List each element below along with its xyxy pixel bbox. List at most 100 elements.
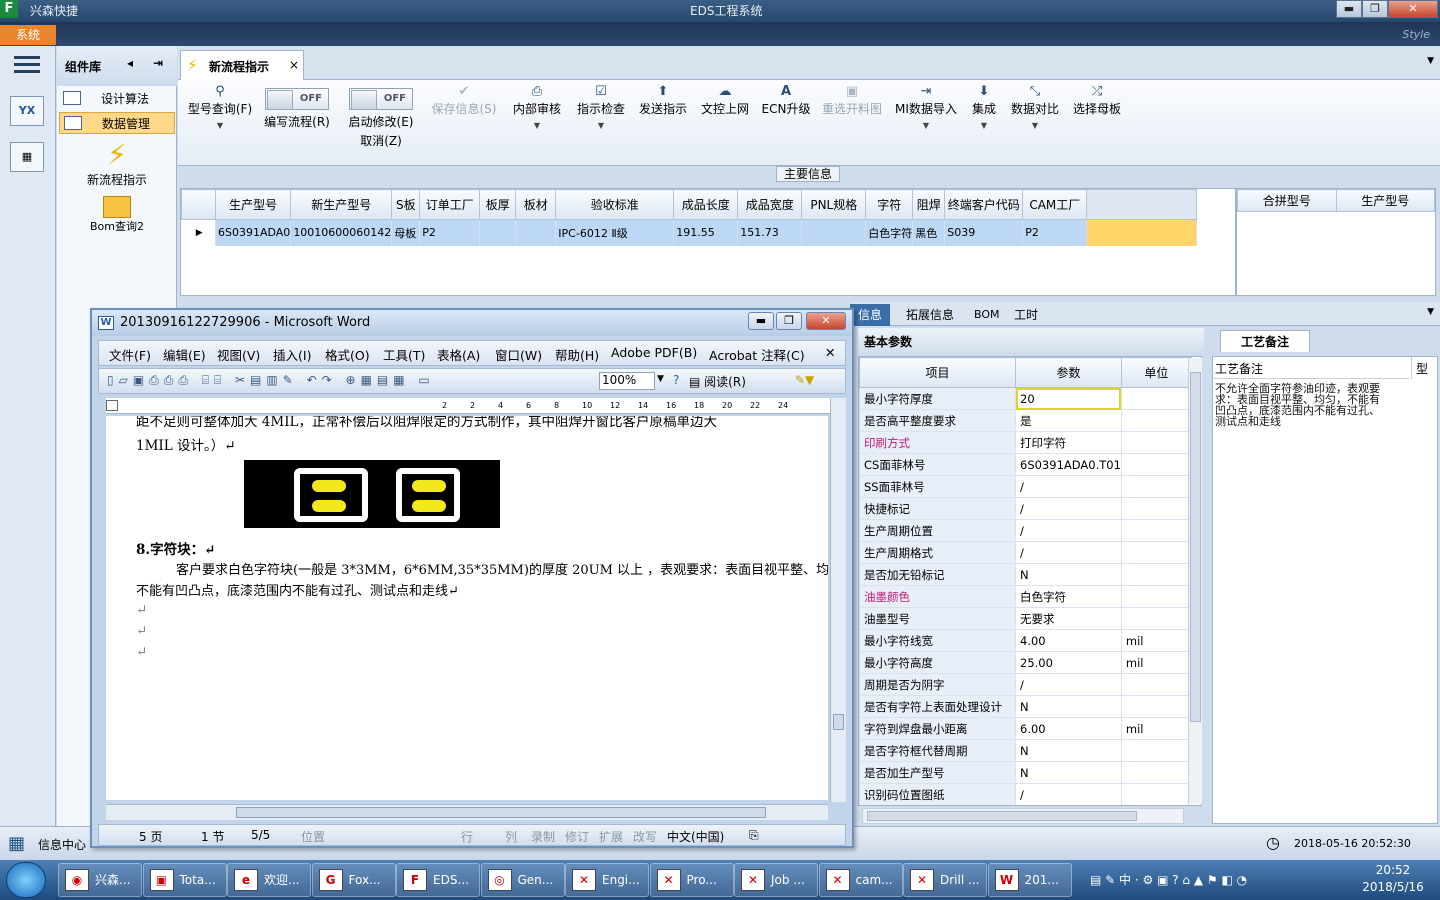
dropdown-caret-icon[interactable]: ▼ <box>892 121 960 130</box>
param-value[interactable]: N <box>1015 563 1122 586</box>
table-row[interactable]: 是否加生产型号 N <box>859 761 1192 784</box>
word-horizontal-scrollbar[interactable] <box>106 804 828 820</box>
column-header[interactable]: 终端客户代码 <box>944 189 1024 220</box>
status-extend[interactable]: 扩展 <box>599 828 623 845</box>
word-maximize-button[interactable]: ❐ <box>776 312 802 330</box>
send-instruction-button[interactable]: ⬆ 发送指示 <box>634 84 692 117</box>
cell[interactable]: 黑色 <box>912 219 946 246</box>
param-value[interactable]: 6S0391ADA0.T01 <box>1015 453 1122 476</box>
table-row[interactable]: 生产周期位置 / <box>859 519 1192 542</box>
taskbar-item[interactable]: W 201... <box>987 863 1072 897</box>
status-record[interactable]: 录制 <box>531 828 555 845</box>
param-value[interactable]: / <box>1015 783 1122 805</box>
menu-help[interactable]: 帮助(H) <box>555 345 599 364</box>
table-row[interactable]: 最小字符线宽 4.00 mil <box>859 629 1192 652</box>
doc-empty-paragraph[interactable]: ↵ <box>136 602 147 618</box>
table-row[interactable]: 周期是否为阴字 / <box>859 673 1192 696</box>
cell[interactable]: 151.73 <box>737 219 803 246</box>
highlight-icon[interactable]: ✎▼ <box>795 373 814 387</box>
dropdown-caret-icon[interactable]: ▼ <box>184 121 256 130</box>
doc-heading[interactable]: 8.字符块：↵ <box>136 538 215 558</box>
start-button[interactable] <box>6 862 46 898</box>
scroll-thumb[interactable] <box>236 807 766 818</box>
toggle-switch[interactable]: OFF <box>265 88 329 110</box>
word-vertical-scrollbar[interactable] <box>830 398 846 802</box>
select-motherboard-button[interactable]: ⤮ 选择母板 <box>1068 84 1126 117</box>
taskbar-item[interactable]: ◎ Gen... <box>480 863 565 897</box>
param-value[interactable]: N <box>1015 761 1122 784</box>
column-header[interactable]: 单位 <box>1120 357 1192 388</box>
internal-audit-button[interactable]: ⎙ 内部审核 ▼ <box>508 84 566 130</box>
param-value[interactable]: N <box>1015 739 1122 762</box>
column-header[interactable]: 参数 <box>1015 357 1122 388</box>
cell[interactable]: IPC-6012 Ⅱ级 <box>555 219 675 246</box>
spelling-status-icon[interactable]: ⎘ <box>749 828 759 843</box>
menu-window[interactable]: 窗口(W) <box>495 345 542 364</box>
column-header[interactable]: 订单工厂 <box>419 189 481 220</box>
column-header[interactable]: 阻焊 <box>912 189 946 220</box>
column-header[interactable]: 板材 <box>515 189 557 220</box>
cell[interactable]: 191.55 <box>673 219 739 246</box>
tab-dropdown-icon[interactable]: ▼ <box>1427 56 1434 66</box>
comp-item-design-algorithm[interactable]: 设计算法 <box>59 88 175 110</box>
column-header[interactable]: S板 <box>391 189 421 220</box>
ecn-upgrade-button[interactable]: A ECN升级 <box>758 84 814 117</box>
table-row[interactable]: 是否字符框代替周期 N <box>859 739 1192 762</box>
column-header[interactable]: 合拼型号 <box>1237 189 1337 212</box>
param-value[interactable]: 20 <box>1015 387 1122 410</box>
bom-query-item[interactable]: Bom查询2 <box>67 196 167 234</box>
word-document-page[interactable]: 距不足则可整体加大 4MIL，正常补偿后以阻焊限定的方式制作，其中阻焊开窗比客户… <box>106 416 828 800</box>
column-header[interactable]: 验收标准 <box>555 189 675 220</box>
reading-mode-button[interactable]: ▤ 阅读(R) <box>689 373 746 390</box>
cell[interactable] <box>801 219 867 246</box>
taskbar-item[interactable]: ✕ Drill ... <box>903 863 987 897</box>
menu-close-icon[interactable]: ✕ <box>825 345 835 360</box>
table-row[interactable]: 印刷方式 打印字符 <box>859 431 1192 454</box>
taskbar-item[interactable]: ✕ Engi... <box>565 863 649 897</box>
doc-text-line[interactable]: 不能有凹凸点，底漆范围内不能有过孔、测试点和走线↵ <box>136 580 459 599</box>
type-column-header[interactable]: 型 <box>1411 357 1437 379</box>
start-modify-toggle[interactable]: OFF 启动修改(E) 取消(Z) <box>338 88 424 148</box>
ime-indicator[interactable]: 中 <box>1119 873 1131 887</box>
taskbar-item[interactable]: ✕ cam... <box>818 863 903 897</box>
tab-work-hours[interactable]: 工时 <box>1006 304 1046 326</box>
table-row[interactable]: ▶ 6S0391ADA0 10010600060142 母板 P2 IPC-60… <box>181 219 1198 246</box>
table-row[interactable]: 最小字符高度 25.00 mil <box>859 651 1192 674</box>
table-row[interactable]: 是否加无铅标记 N <box>859 563 1192 586</box>
write-flow-toggle[interactable]: OFF 编写流程(R) <box>260 88 334 134</box>
param-value[interactable]: 4.00 <box>1015 629 1122 652</box>
dropdown-caret-icon[interactable]: ▼ <box>966 121 1002 130</box>
dropdown-caret-icon[interactable]: ▼ <box>1008 121 1062 130</box>
column-header[interactable]: 字符 <box>865 189 914 220</box>
system-menu[interactable]: 系统 <box>0 25 56 45</box>
cell[interactable]: 6S0391ADA0 <box>215 219 292 246</box>
status-overwrite[interactable]: 改写 <box>633 828 657 845</box>
taskbar-item[interactable]: ✕ Job ... <box>734 863 818 897</box>
mi-data-import-button[interactable]: ⇥ MI数据导入 ▼ <box>892 84 960 130</box>
param-value[interactable]: / <box>1015 475 1122 498</box>
table-row[interactable]: 油墨颜色 白色字符 <box>859 585 1192 608</box>
column-header[interactable]: CAM工厂 <box>1022 189 1088 220</box>
windows-grid-icon[interactable]: ▦ <box>8 833 30 854</box>
help-icon[interactable]: ? <box>673 373 679 387</box>
cell-highlight[interactable] <box>1086 219 1198 246</box>
doc-text-line[interactable]: 客户要求白色字符块(一般是 3*3MM，6*6MM,35*35MM)的厚度 20… <box>176 559 828 578</box>
toggle-switch[interactable]: OFF <box>349 88 413 110</box>
menu-format[interactable]: 格式(O) <box>325 345 370 364</box>
new-flow-instruction-item[interactable]: ⚡ 新流程指示 <box>67 138 167 188</box>
param-value[interactable]: 6.00 <box>1015 717 1122 740</box>
cell[interactable]: P2 <box>1022 219 1088 246</box>
scroll-thumb[interactable] <box>1190 372 1201 722</box>
params-horizontal-scrollbar[interactable] <box>862 808 1184 824</box>
param-value[interactable]: 无要求 <box>1015 607 1122 630</box>
cell[interactable]: 白色字符 <box>865 219 914 246</box>
menu-table[interactable]: 表格(A) <box>437 345 480 364</box>
zoom-select[interactable]: 100% <box>599 372 655 390</box>
model-query-button[interactable]: ⚲ 型号查询(F) ▼ <box>184 84 256 130</box>
taskbar-item[interactable]: G Fox... <box>311 863 396 897</box>
menu-adobe-pdf[interactable]: Adobe PDF(B) <box>611 345 697 360</box>
cell[interactable]: 10010600060142 <box>290 219 393 246</box>
cell[interactable] <box>515 219 557 246</box>
param-value[interactable]: / <box>1015 673 1122 696</box>
param-value[interactable]: 25.00 <box>1015 651 1122 674</box>
